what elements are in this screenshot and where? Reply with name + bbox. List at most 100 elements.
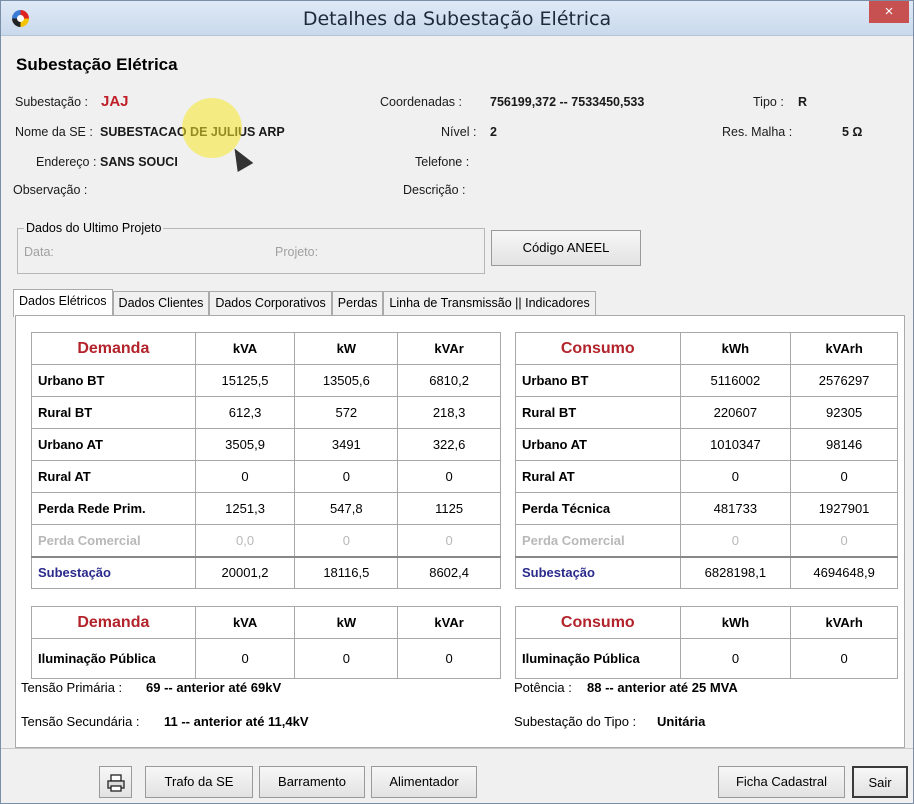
- kvarh-header: kVArh: [790, 606, 898, 639]
- cell-value: 0: [679, 524, 792, 557]
- nome-se-label: Nome da SE :: [15, 125, 93, 139]
- row-label: Urbano BT: [31, 364, 196, 397]
- barramento-button[interactable]: Barramento: [259, 766, 365, 798]
- table-row: Urbano AT 3505,9 3491 322,6: [31, 428, 501, 461]
- table-header-row: Demanda kVA kW kVAr: [31, 606, 501, 639]
- tipo-value: R: [798, 95, 808, 109]
- row-label: Urbano AT: [31, 428, 196, 461]
- potencia-value: 88 -- anterior até 25 MVA: [587, 680, 738, 695]
- tipo-label: Tipo :: [753, 95, 784, 109]
- demanda-iluminacao-table: Demanda kVA kW kVAr Iluminação Pública 0…: [31, 606, 501, 679]
- row-label: Rural BT: [515, 396, 681, 429]
- row-label: Subestação: [31, 555, 196, 589]
- title-bar[interactable]: Detalhes da Subestação Elétrica ×: [1, 1, 913, 36]
- row-label: Rural AT: [515, 460, 681, 493]
- tensao-secundaria-label: Tensão Secundária :: [21, 714, 140, 729]
- tab-dados-eletricos[interactable]: Dados Elétricos: [13, 289, 113, 317]
- table-row: Perda Rede Prim. 1251,3 547,8 1125: [31, 492, 501, 525]
- row-label: Perda Rede Prim.: [31, 492, 196, 525]
- cell-value: 6810,2: [397, 364, 501, 397]
- table-row: Iluminação Pública 0 0: [515, 638, 898, 679]
- cell-value: 1125: [397, 492, 501, 525]
- tensao-primaria-value: 69 -- anterior até 69kV: [146, 680, 282, 695]
- printer-icon: [106, 773, 125, 792]
- close-button[interactable]: ×: [869, 1, 909, 23]
- tab-strip: Dados Elétricos Dados Clientes Dados Cor…: [13, 289, 596, 317]
- codigo-aneel-button[interactable]: Código ANEEL: [491, 230, 641, 266]
- tab-dados-corporativos[interactable]: Dados Corporativos: [209, 291, 332, 317]
- table-row: Urbano BT 5116002 2576297: [515, 364, 898, 397]
- sair-button[interactable]: Sair: [852, 766, 908, 798]
- tab-perdas[interactable]: Perdas: [331, 291, 384, 317]
- cell-value: 220607: [679, 396, 792, 429]
- cell-value: 0: [397, 524, 501, 557]
- table-header-row: Consumo kWh kVArh: [515, 606, 898, 639]
- nivel-value: 2: [490, 125, 497, 139]
- telefone-label: Telefone :: [415, 155, 470, 169]
- cell-value: 0: [294, 460, 399, 493]
- table-row: Perda Comercial 0,0 0 0: [31, 524, 501, 557]
- form-area: Subestação Elétrica Subestação : JAJ Nom…: [13, 37, 905, 748]
- potencia-label: Potência :: [514, 680, 572, 695]
- table-row: Perda Técnica 481733 1927901: [515, 492, 898, 525]
- tensao-primaria-label: Tensão Primária :: [21, 680, 123, 695]
- projeto-label: Projeto:: [275, 245, 319, 259]
- cell-value: 2576297: [790, 364, 898, 397]
- cell-value: 0: [790, 460, 898, 493]
- subestacao-value: JAJ: [101, 93, 129, 110]
- cell-value: 6828198,1: [679, 555, 792, 589]
- cell-value: 0,0: [194, 524, 296, 557]
- row-label: Urbano AT: [515, 428, 681, 461]
- observacao-label: Observação :: [13, 183, 88, 197]
- row-label: Perda Comercial: [515, 524, 681, 557]
- kvarh-header: kVArh: [790, 332, 898, 365]
- consumo-header: Consumo: [515, 606, 681, 639]
- window-title: Detalhes da Subestação Elétrica: [302, 8, 612, 30]
- cell-value: 547,8: [294, 492, 399, 525]
- consumo-header: Consumo: [515, 332, 681, 365]
- cell-value: 92305: [790, 396, 898, 429]
- print-button[interactable]: [99, 766, 132, 798]
- ficha-cadastral-button[interactable]: Ficha Cadastral: [718, 766, 845, 798]
- cell-value: 572: [294, 396, 399, 429]
- cell-value: 20001,2: [194, 555, 296, 589]
- kw-header: kW: [294, 606, 399, 639]
- demanda-header: Demanda: [31, 606, 196, 639]
- trafo-se-button[interactable]: Trafo da SE: [145, 766, 253, 798]
- cell-value: 1010347: [679, 428, 792, 461]
- table-row: Rural BT 220607 92305: [515, 396, 898, 429]
- endereco-label: Endereço :: [36, 155, 97, 169]
- row-label: Urbano BT: [515, 364, 681, 397]
- cell-value: 15125,5: [194, 364, 296, 397]
- cell-value: 1927901: [790, 492, 898, 525]
- table-total-row: Subestação 20001,2 18116,5 8602,4: [31, 555, 501, 589]
- page-title: Subestação Elétrica: [16, 55, 178, 74]
- alimentador-button[interactable]: Alimentador: [371, 766, 477, 798]
- window: Detalhes da Subestação Elétrica × Subest…: [0, 0, 914, 804]
- table-header-row: Demanda kVA kW kVAr: [31, 332, 501, 365]
- data-label: Data:: [24, 245, 54, 259]
- cell-value: 3505,9: [194, 428, 296, 461]
- cell-value: 612,3: [194, 396, 296, 429]
- row-label: Subestação: [515, 555, 681, 589]
- kva-header: kVA: [194, 332, 296, 365]
- row-label: Iluminação Pública: [515, 638, 681, 679]
- tab-dados-clientes[interactable]: Dados Clientes: [112, 291, 210, 317]
- demanda-header: Demanda: [31, 332, 196, 365]
- row-label: Perda Comercial: [31, 524, 196, 557]
- row-label: Rural AT: [31, 460, 196, 493]
- coordenadas-label: Coordenadas :: [380, 95, 463, 109]
- tipo-subestacao-value: Unitária: [657, 714, 706, 729]
- ultimo-projeto-legend: Dados do Ultimo Projeto: [24, 221, 164, 235]
- table-row: Urbano BT 15125,5 13505,6 6810,2: [31, 364, 501, 397]
- tab-linha-transmissao[interactable]: Linha de Transmissão || Indicadores: [383, 291, 596, 317]
- cell-value: 98146: [790, 428, 898, 461]
- kw-header: kW: [294, 332, 399, 365]
- cell-value: 322,6: [397, 428, 501, 461]
- kwh-header: kWh: [679, 606, 792, 639]
- res-malha-label: Res. Malha :: [722, 125, 793, 139]
- table-row: Perda Comercial 0 0: [515, 524, 898, 557]
- cell-value: 0: [294, 638, 399, 679]
- table-total-row: Subestação 6828198,1 4694648,9: [515, 555, 898, 589]
- cell-value: 0: [679, 460, 792, 493]
